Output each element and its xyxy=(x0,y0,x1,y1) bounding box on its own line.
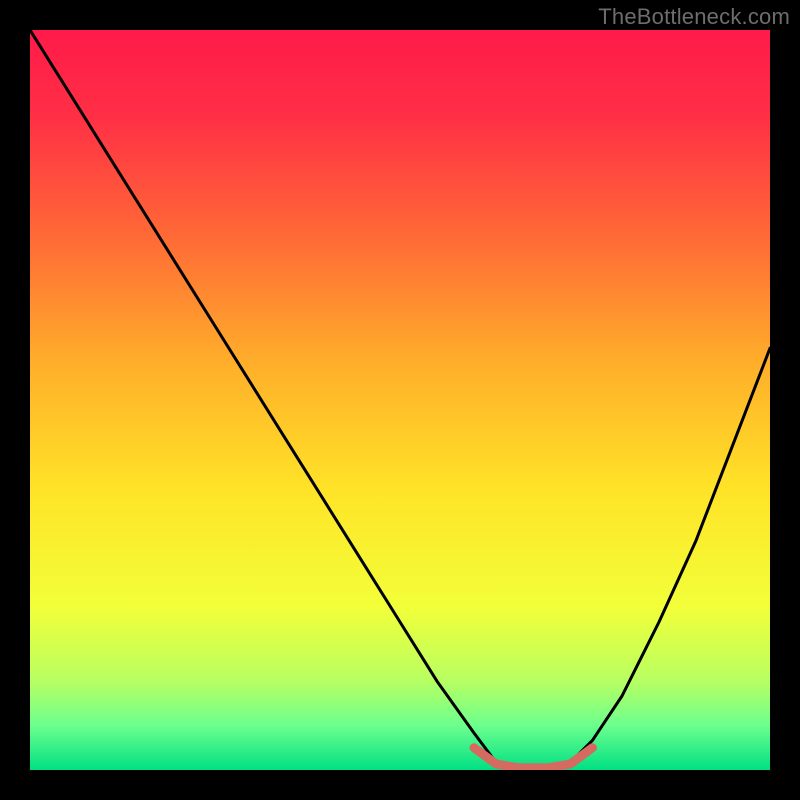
chart-background xyxy=(30,30,770,770)
chart-frame xyxy=(30,30,770,770)
bottleneck-chart xyxy=(30,30,770,770)
watermark-text: TheBottleneck.com xyxy=(598,4,790,30)
